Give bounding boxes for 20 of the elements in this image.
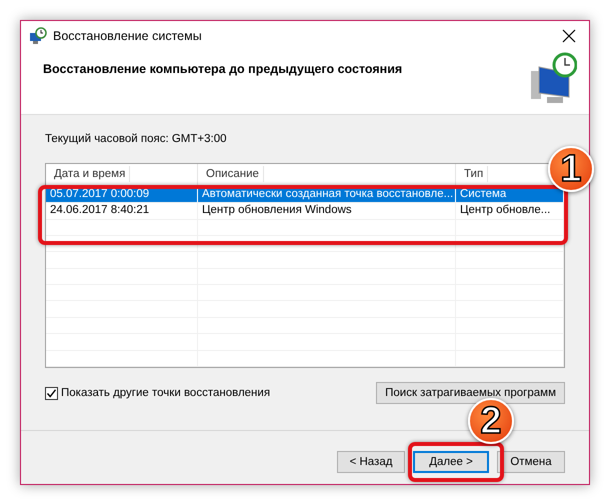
table-cell: 05.07.2017 0:00:09	[46, 186, 198, 202]
restore-icon	[29, 27, 47, 45]
checkbox-label: Показать другие точки восстановления	[61, 387, 270, 399]
checkbox[interactable]	[45, 386, 58, 400]
column-header[interactable]: Тип	[460, 166, 488, 182]
page-heading: Восстановление компьютера до предыдущего состояния	[43, 62, 402, 78]
dialog-button[interactable]: Далее >	[413, 451, 489, 473]
close-icon	[562, 29, 576, 43]
scan-programs-button[interactable]: Поиск затрагиваемых программ	[376, 382, 565, 404]
column-header[interactable]: Дата и время	[50, 166, 130, 182]
window-title: Восстановление системы	[53, 29, 203, 43]
table-cell: Центр обновления Windows	[198, 203, 456, 218]
table-cell: 24.06.2017 8:40:21	[46, 203, 198, 218]
timezone-label: Текущий часовой пояс: GMT+3:00	[45, 133, 228, 145]
table-cell: Центр обновле...	[456, 203, 564, 218]
table-row[interactable]: 24.06.2017 8:40:21 Центр обновления Windows Центр обновле...	[46, 203, 564, 220]
dialog-button[interactable]: Отмена	[497, 451, 565, 473]
table-cell: Автоматически созданная точка восстановле...	[198, 186, 456, 202]
dialog-button[interactable]: < Назад	[337, 451, 405, 473]
column-header[interactable]: Описание	[202, 166, 264, 182]
